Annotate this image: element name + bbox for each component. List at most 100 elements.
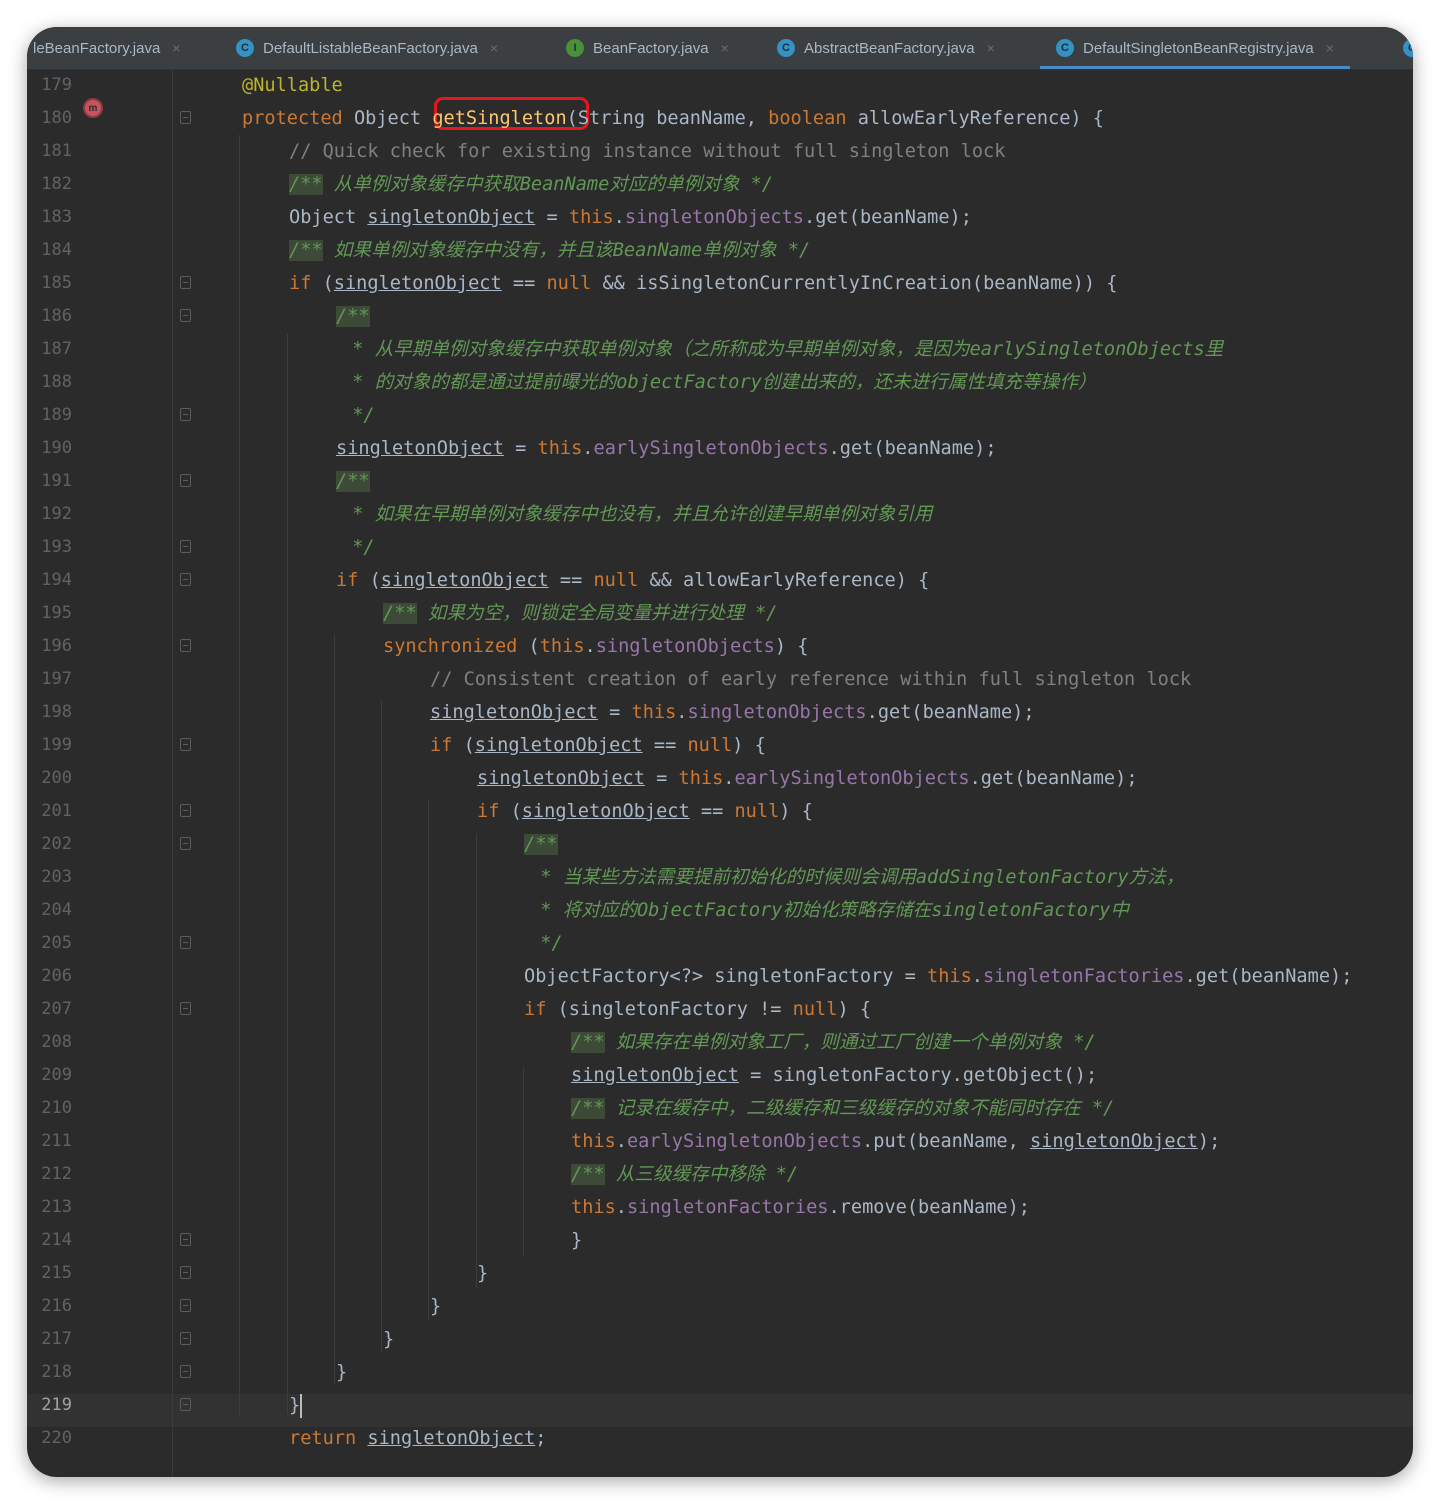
code-line[interactable]: 204 * 将对应的ObjectFactory初始化策略存储在singleton… <box>27 894 1413 927</box>
code-line[interactable]: 197 // Consistent creation of early refer… <box>27 663 1413 696</box>
code-line[interactable]: 185 if (singletonObject == null && isSing… <box>27 267 1413 300</box>
code-line[interactable]: 190 singletonObject = this.earlySingleton… <box>27 432 1413 465</box>
fold-marker-icon[interactable] <box>180 1365 191 1378</box>
code-text: /** 如果为空，则锁定全局变量并进行处理 */ <box>383 603 778 624</box>
code-line[interactable]: 192 * 如果在早期单例对象缓存中也没有，并且允许创建早期单例对象引用 <box>27 498 1413 531</box>
code-line[interactable]: 184 /** 如果单例对象缓存中没有，并且该BeanName单例对象 */ <box>27 234 1413 267</box>
fold-marker-icon[interactable] <box>180 639 191 652</box>
close-icon[interactable]: × <box>172 40 180 56</box>
code-line[interactable]: 208 /** 如果存在单例对象工厂，则通过工厂创建一个单例对象 */ <box>27 1026 1413 1059</box>
tab-bean-factory-partial[interactable]: leBeanFactory.java × <box>33 27 180 69</box>
code-text: if (singletonObject == null) { <box>477 801 813 822</box>
fold-marker-icon[interactable] <box>180 111 191 124</box>
code-line[interactable]: 216} <box>27 1290 1413 1323</box>
line-number: 182 <box>41 174 72 194</box>
code-line[interactable]: 198 singletonObject = this.singletonObjec… <box>27 696 1413 729</box>
code-line[interactable]: 205 */ <box>27 927 1413 960</box>
code-line[interactable]: 180 protected Object getSingleton(String … <box>27 102 1413 135</box>
line-number: 187 <box>41 339 72 359</box>
fold-marker-icon[interactable] <box>180 1266 191 1279</box>
tab-label: DefaultSingletonBeanRegistry.java <box>1083 39 1314 57</box>
code-line[interactable]: 210 /** 记录在缓存中，二级缓存和三级缓存的对象不能同时存在 */ <box>27 1092 1413 1125</box>
code-line[interactable]: 181 // Quick check for existing instance … <box>27 135 1413 168</box>
close-icon[interactable]: × <box>1326 40 1334 56</box>
fold-marker-icon[interactable] <box>180 408 191 421</box>
tab-default-singleton-bean-registry[interactable]: C DefaultSingletonBeanRegistry.java × <box>1040 27 1350 69</box>
line-number: 215 <box>41 1263 72 1283</box>
code-text: if (singletonFactory != null) { <box>524 999 872 1020</box>
code-line[interactable]: 220 return singletonObject; <box>27 1422 1413 1455</box>
tab-default-listable-bean-factory[interactable]: C DefaultListableBeanFactory.java × <box>236 27 498 69</box>
code-line[interactable]: 199 if (singletonObject == null) { <box>27 729 1413 762</box>
code-line[interactable]: 182 /** 从单例对象缓存中获取BeanName对应的单例对象 */ <box>27 168 1413 201</box>
code-text: singletonObject = this.singletonObjects.… <box>430 702 1035 723</box>
abstract-class-icon: C <box>777 39 795 57</box>
line-number: 186 <box>41 306 72 326</box>
fold-marker-icon[interactable] <box>180 1002 191 1015</box>
code-line[interactable]: 211 this.earlySingletonObjects.put(beanNa… <box>27 1125 1413 1158</box>
code-line[interactable]: 215} <box>27 1257 1413 1290</box>
fold-marker-icon[interactable] <box>180 804 191 817</box>
tab-label: AbstractBeanFactory.java <box>804 39 975 57</box>
line-number: 205 <box>41 933 72 953</box>
code-line[interactable]: 217} <box>27 1323 1413 1356</box>
fold-marker-icon[interactable] <box>180 540 191 553</box>
code-line[interactable]: 193 */ <box>27 531 1413 564</box>
tab-bean-factory[interactable]: I BeanFactory.java × <box>566 27 729 69</box>
code-line[interactable]: 179 @Nullable <box>27 69 1413 102</box>
text-caret <box>300 1393 303 1418</box>
code-line[interactable]: 218} <box>27 1356 1413 1389</box>
line-number: 202 <box>41 834 72 854</box>
code-text: // Quick check for existing instance wit… <box>289 141 1006 162</box>
code-text: /** 如果存在单例对象工厂，则通过工厂创建一个单例对象 */ <box>571 1032 1096 1053</box>
code-line[interactable]: 212 /** 从三级缓存中移除 */ <box>27 1158 1413 1191</box>
fold-marker-icon[interactable] <box>180 1398 191 1411</box>
code-line[interactable]: 194 if (singletonObject == null && allowE… <box>27 564 1413 597</box>
fold-marker-icon[interactable] <box>180 573 191 586</box>
code-text: * 的对象的都是通过提前曝光的objectFactory创建出来的，还未进行属性… <box>341 372 1097 393</box>
code-line[interactable]: 183 Object singletonObject = this.singlet… <box>27 201 1413 234</box>
class-icon: C <box>1403 39 1413 57</box>
fold-marker-icon[interactable] <box>180 276 191 289</box>
fold-marker-icon[interactable] <box>180 1233 191 1246</box>
fold-marker-icon[interactable] <box>180 1332 191 1345</box>
fold-marker-icon[interactable] <box>180 936 191 949</box>
close-icon[interactable]: × <box>721 40 729 56</box>
close-icon[interactable]: × <box>987 40 995 56</box>
code-line[interactable]: 195 /** 如果为空，则锁定全局变量并进行处理 */ <box>27 597 1413 630</box>
code-line[interactable]: 189 */ <box>27 399 1413 432</box>
line-number: 179 <box>41 75 72 95</box>
line-number: 213 <box>41 1197 72 1217</box>
code-line[interactable]: 187 * 从早期单例对象缓存中获取单例对象（之所称成为早期单例对象，是因为ea… <box>27 333 1413 366</box>
fold-marker-icon[interactable] <box>180 309 191 322</box>
code-line[interactable]: 206 ObjectFactory<?> singletonFactory = t… <box>27 960 1413 993</box>
fold-marker-icon[interactable] <box>180 474 191 487</box>
line-number: 206 <box>41 966 72 986</box>
code-text: /** 从三级缓存中移除 */ <box>571 1164 799 1185</box>
code-line[interactable]: 202 /** <box>27 828 1413 861</box>
code-line[interactable]: 209 singletonObject = singletonFactory.ge… <box>27 1059 1413 1092</box>
code-line[interactable]: 203 * 当某些方法需要提前初始化的时候则会调用addSingletonFac… <box>27 861 1413 894</box>
code-line[interactable]: 191 /** <box>27 465 1413 498</box>
code-line[interactable]: 196 synchronized (this.singletonObjects) … <box>27 630 1413 663</box>
line-number: 217 <box>41 1329 72 1349</box>
line-number: 203 <box>41 867 72 887</box>
code-editor[interactable]: m 179 @Nullable 180 protected Object getSin… <box>27 69 1413 1477</box>
code-line[interactable]: 219} <box>27 1389 1413 1422</box>
code-line[interactable]: 188 * 的对象的都是通过提前曝光的objectFactory创建出来的，还未… <box>27 366 1413 399</box>
code-line[interactable]: 214} <box>27 1224 1413 1257</box>
line-number: 181 <box>41 141 72 161</box>
code-line[interactable]: 207 if (singletonFactory != null) { <box>27 993 1413 1026</box>
fold-marker-icon[interactable] <box>180 738 191 751</box>
code-text: if (singletonObject == null && allowEarl… <box>336 570 930 591</box>
close-icon[interactable]: × <box>490 40 498 56</box>
fold-marker-icon[interactable] <box>180 837 191 850</box>
line-number: 197 <box>41 669 72 689</box>
tab-abstract-bean-factory[interactable]: C AbstractBeanFactory.java × <box>777 27 995 69</box>
fold-marker-icon[interactable] <box>180 1299 191 1312</box>
code-line[interactable]: 186 /** <box>27 300 1413 333</box>
code-line[interactable]: 200 singletonObject = this.earlySingleton… <box>27 762 1413 795</box>
code-line[interactable]: 213 this.singletonFactories.remove(beanNa… <box>27 1191 1413 1224</box>
code-line[interactable]: 201 if (singletonObject == null) { <box>27 795 1413 828</box>
tab-overflow[interactable]: C <box>1403 27 1413 69</box>
